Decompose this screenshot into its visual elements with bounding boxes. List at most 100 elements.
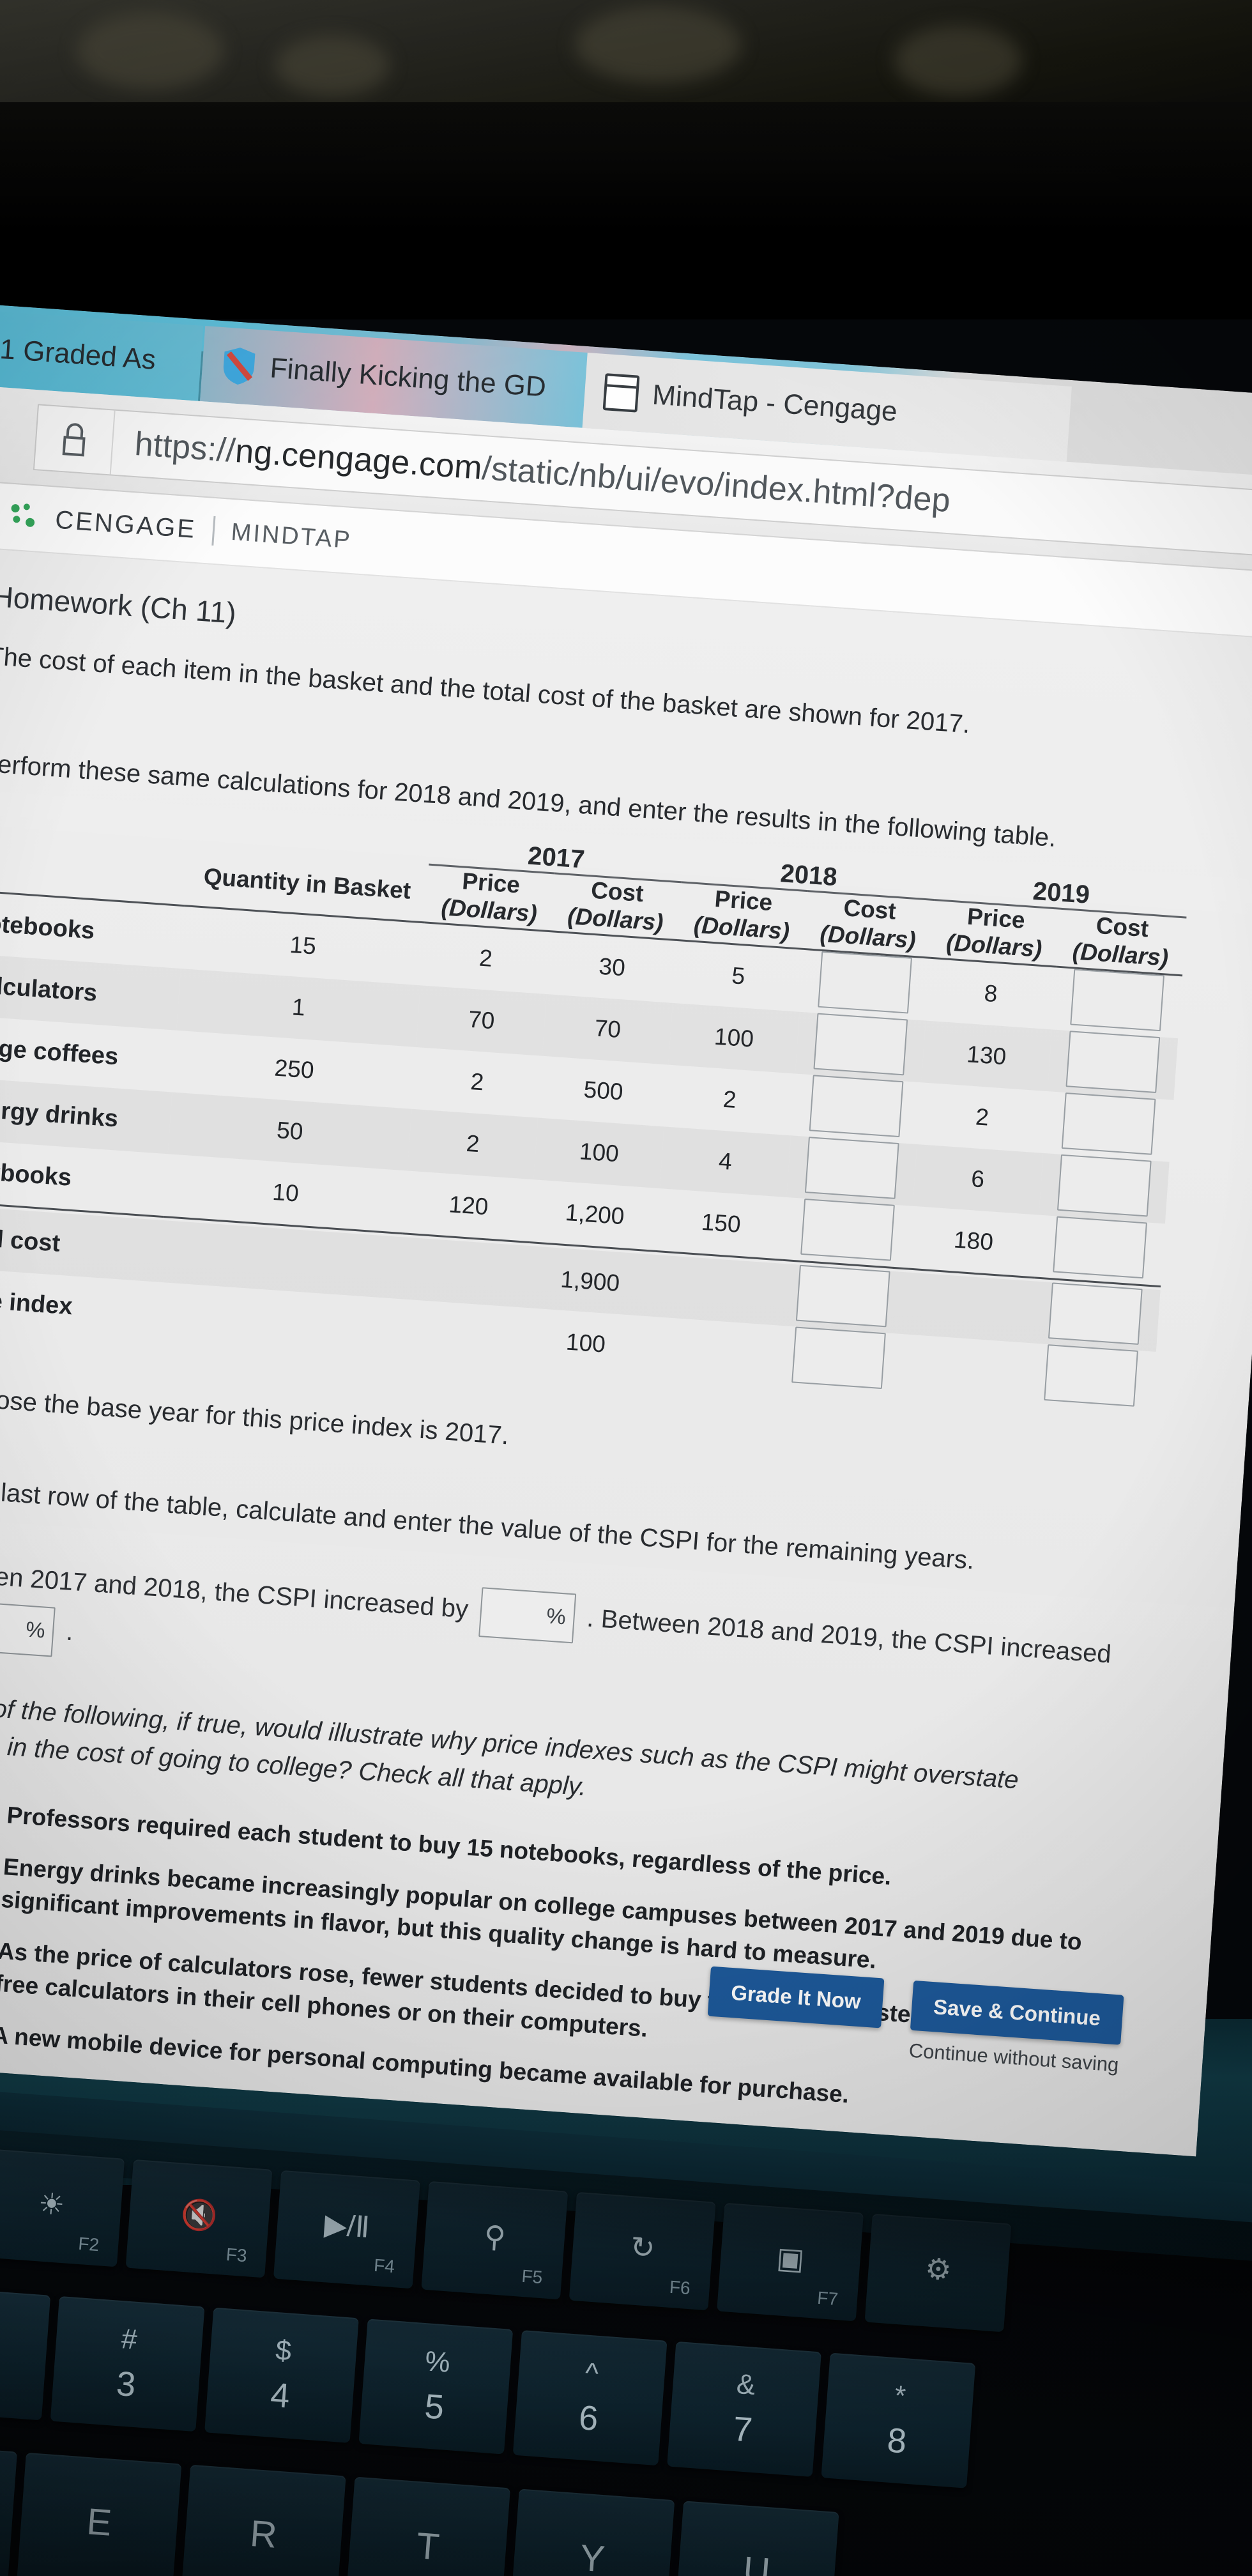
header-divider — [211, 516, 216, 546]
col-cost-2018: Cost (Dollars) — [819, 894, 917, 953]
display-switch-icon: ▣ — [775, 2241, 806, 2276]
cengage-logo-icon — [10, 503, 40, 533]
cell-cost-2019-input[interactable] — [1043, 1091, 1173, 1162]
key-8[interactable]: * 8 — [821, 2352, 976, 2488]
price-index-2019-input[interactable] — [1025, 1343, 1156, 1414]
cell-cost-2018-input[interactable] — [782, 1197, 913, 1269]
laptop-screen: ter 11 Graded As Finally Kicking the GD … — [0, 300, 1252, 2157]
cell-price-2017: 2 — [470, 1068, 485, 1096]
cell-price-2019: 6 — [970, 1165, 986, 1193]
cell-cost-2019-input[interactable] — [1048, 1029, 1178, 1100]
key-4[interactable]: $4 — [204, 2307, 359, 2443]
key-f3[interactable]: 🔇 F3 — [125, 2159, 273, 2278]
browser-tab-1[interactable]: ter 11 Graded As — [0, 306, 204, 401]
cost-2018-input[interactable] — [809, 1074, 904, 1137]
key-t[interactable]: T — [345, 2476, 510, 2576]
key-f2[interactable]: ☀ F2 — [0, 2148, 125, 2267]
total-cost-2018-input[interactable] — [795, 1264, 890, 1328]
cell-cost-2019-input[interactable] — [1039, 1153, 1169, 1223]
tab-title: MindTap - Cengage — [651, 379, 899, 428]
cell-price-2019: 130 — [966, 1041, 1007, 1070]
key-f4[interactable]: ▶/Ⅱ F4 — [273, 2170, 420, 2289]
tab-title: Finally Kicking the GD — [269, 352, 547, 403]
key-u[interactable]: U — [674, 2501, 839, 2576]
cell-cost-2017: 1,200 — [564, 1199, 625, 1230]
key-f5[interactable]: ⚲ F5 — [421, 2181, 569, 2300]
save-button-group: Save & Continue Continue without saving — [908, 1980, 1124, 2077]
total-cost-2019-input[interactable] — [1030, 1281, 1160, 1352]
key-5[interactable]: % 5 — [358, 2319, 514, 2455]
col-price-2018: Price (Dollars) — [692, 885, 791, 944]
key-f7[interactable]: ▣ F7 — [717, 2202, 864, 2322]
cell-cost-2019-input[interactable] — [1034, 1215, 1165, 1286]
col-price-2019: Price (Dollars) — [945, 903, 1043, 962]
cell-cost-2017: 100 — [578, 1138, 620, 1167]
total-cost-2019-input[interactable] — [1048, 1282, 1143, 1346]
total-cost-2018-input[interactable] — [777, 1264, 908, 1335]
mute-icon: 🔇 — [179, 2196, 219, 2233]
cspi-2019-input[interactable]: % — [0, 1600, 56, 1657]
key-r[interactable]: R — [181, 2464, 346, 2576]
cell-cost-2018-input[interactable] — [791, 1073, 921, 1144]
cell-price-2017: 70 — [467, 1006, 496, 1034]
tab-title: ter 11 Graded As — [0, 330, 157, 376]
key-7[interactable]: & 7 — [667, 2341, 821, 2477]
cell-cost-2018-input[interactable] — [799, 949, 930, 1020]
key-f6[interactable]: ↻ F6 — [569, 2191, 716, 2311]
cell-price-2018: 4 — [717, 1147, 733, 1175]
site-security-indicator — [34, 405, 116, 475]
assignment-page: Homework (Ch 11) The cost of each item i… — [0, 544, 1252, 2157]
cell-cost-2019-input[interactable] — [1052, 967, 1183, 1038]
cost-2019-input[interactable] — [1057, 1154, 1152, 1217]
home-icon — [0, 407, 5, 459]
photo-of-laptop-screen: ter 11 Graded As Finally Kicking the GD … — [0, 0, 1252, 2576]
cell-price-2017: 120 — [448, 1191, 489, 1220]
cost-2019-input[interactable] — [1070, 969, 1164, 1031]
cost-2019-input[interactable] — [1061, 1092, 1156, 1155]
price-index-2019-input[interactable] — [1044, 1344, 1138, 1407]
key-w[interactable]: W — [0, 2440, 18, 2576]
cost-2018-input[interactable] — [813, 1013, 908, 1075]
key-f8[interactable]: ⚙ — [864, 2213, 1012, 2333]
dark-gap — [0, 102, 1252, 319]
cell-price-2018: 2 — [722, 1085, 737, 1114]
cost-2018-input[interactable] — [804, 1136, 899, 1199]
cost-2019-input[interactable] — [1065, 1030, 1161, 1093]
home-button[interactable] — [0, 405, 37, 461]
refresh-icon: ↻ — [629, 2230, 657, 2265]
lock-icon — [62, 423, 86, 457]
cell-price-2019: 8 — [983, 979, 998, 1008]
cell-cost-2018-input[interactable] — [795, 1011, 925, 1082]
percent-label: % — [546, 1604, 567, 1630]
percent-label: % — [25, 1618, 46, 1644]
cell-cost-2018-input[interactable] — [786, 1135, 917, 1206]
cspi-text-3: . — [65, 1617, 75, 1646]
cost-2018-input[interactable] — [817, 951, 912, 1014]
answer-option-list: Professors required each student to buy … — [0, 1791, 1138, 2130]
cell-price-2017: 2 — [478, 944, 494, 972]
window-icon — [602, 373, 640, 413]
cell-price-2017: 2 — [465, 1130, 480, 1158]
settings-gear-icon: ⚙ — [924, 2251, 953, 2287]
total-cost-2017: 1,900 — [560, 1266, 621, 1296]
cell-price-2019: 2 — [974, 1103, 990, 1131]
key-6[interactable]: ^ 6 — [512, 2330, 668, 2466]
cell-cost-2017: 500 — [583, 1076, 624, 1105]
cell-price-2018: 100 — [713, 1023, 755, 1052]
search-icon: ⚲ — [483, 2219, 507, 2254]
cell-price-2018: 5 — [731, 962, 746, 990]
brand-name: CENGAGE — [54, 505, 197, 544]
price-index-2017: 100 — [565, 1328, 607, 1358]
key-3[interactable]: #3 — [50, 2296, 205, 2432]
key-e[interactable]: E — [17, 2452, 182, 2576]
brightness-icon: ☀ — [37, 2186, 66, 2222]
cost-2018-input[interactable] — [800, 1198, 895, 1261]
key-2[interactable]: @2 — [0, 2285, 51, 2421]
key-y[interactable]: Y — [510, 2488, 675, 2576]
cspi-2018-input[interactable]: % — [478, 1587, 577, 1644]
cost-2019-input[interactable] — [1053, 1216, 1147, 1278]
price-index-2018-input[interactable] — [791, 1326, 886, 1390]
col-price-2017: Price (Dollars) — [440, 868, 538, 927]
play-pause-icon: ▶/Ⅱ — [323, 2207, 371, 2244]
price-index-2018-input[interactable] — [773, 1326, 903, 1397]
